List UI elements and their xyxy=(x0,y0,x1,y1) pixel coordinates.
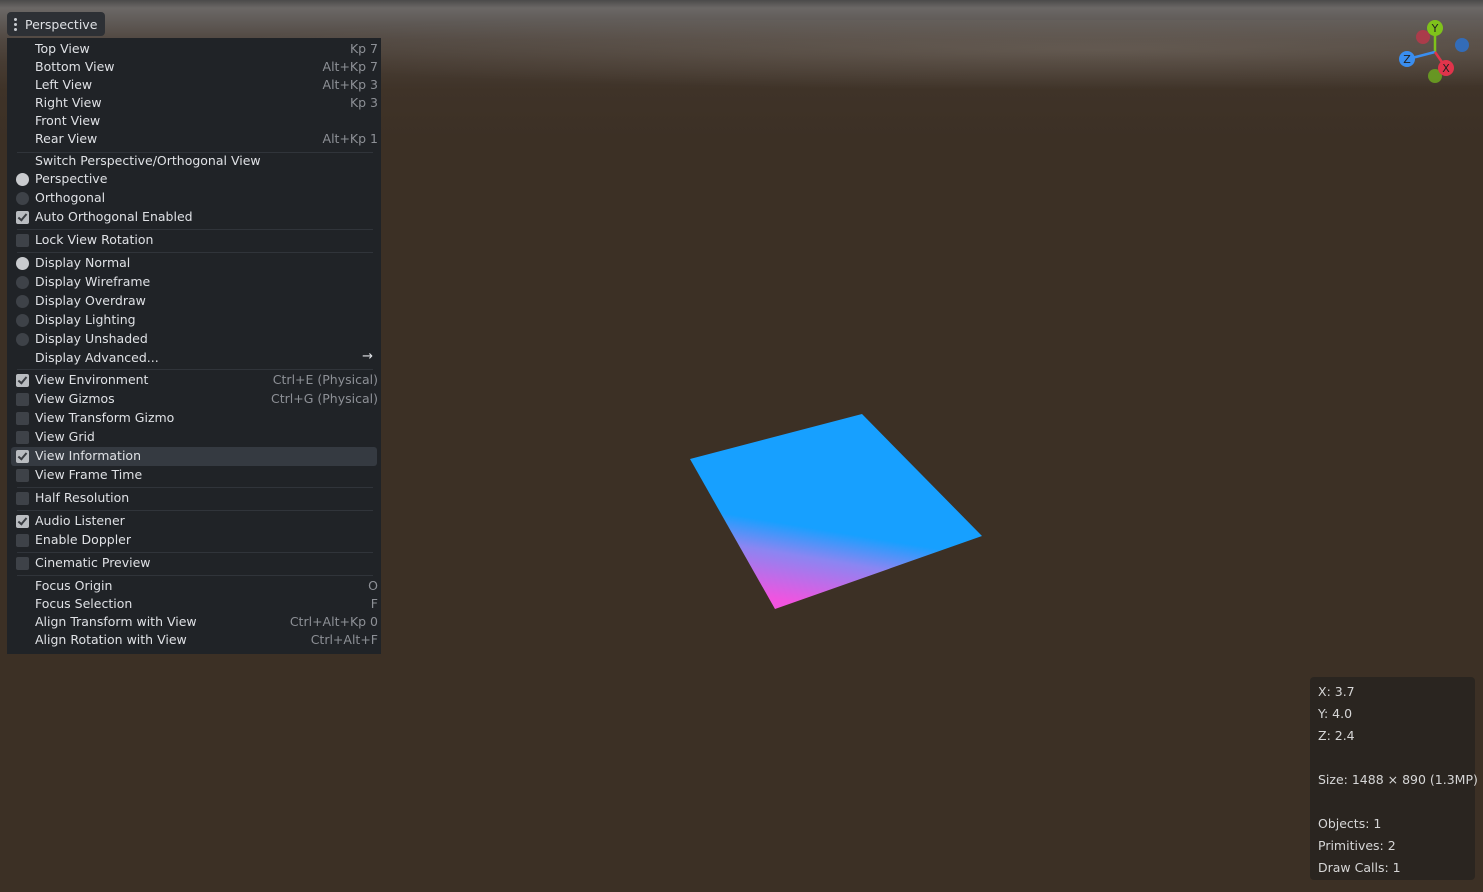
menu-item-right-view[interactable]: Right View Kp 3 xyxy=(11,94,378,112)
perspective-menu-button[interactable]: Perspective xyxy=(7,12,106,36)
menu-item-view-gizmos[interactable]: View Gizmos Ctrl+G (Physical) xyxy=(11,390,378,408)
menu-item-display-normal[interactable]: Display Normal xyxy=(11,254,377,272)
gizmo-z-label: Z xyxy=(1403,53,1411,66)
checkbox-unchecked-icon xyxy=(16,534,29,547)
radio-selected-icon xyxy=(16,257,29,270)
menu-item-orthogonal[interactable]: Orthogonal xyxy=(11,189,377,207)
radio-unselected-icon xyxy=(16,314,29,327)
menu-item-top-view[interactable]: Top View Kp 7 xyxy=(11,40,378,58)
info-primitives: Primitives: 2 xyxy=(1318,838,1396,853)
checkbox-unchecked-icon xyxy=(16,492,29,505)
menu-item-perspective[interactable]: Perspective xyxy=(11,170,377,188)
checkbox-checked-icon xyxy=(16,374,29,387)
menu-separator xyxy=(17,575,373,576)
menu-item-view-environment[interactable]: View Environment Ctrl+E (Physical) xyxy=(11,371,378,389)
menu-separator xyxy=(17,369,373,370)
gizmo-negative-z-handle[interactable] xyxy=(1455,38,1469,52)
menu-item-focus-selection[interactable]: Focus Selection F xyxy=(11,595,378,613)
menu-item-cinematic-preview[interactable]: Cinematic Preview xyxy=(11,554,377,572)
gizmo-negative-x-handle[interactable] xyxy=(1416,30,1430,44)
radio-unselected-icon xyxy=(16,333,29,346)
checkbox-unchecked-icon xyxy=(16,393,29,406)
menu-item-view-information[interactable]: View Information xyxy=(11,447,377,466)
checkbox-checked-icon xyxy=(16,515,29,528)
menu-item-display-lighting[interactable]: Display Lighting xyxy=(11,311,377,329)
radio-selected-icon xyxy=(16,173,29,186)
menu-separator xyxy=(17,252,373,253)
menu-item-audio-listener[interactable]: Audio Listener xyxy=(11,512,377,530)
menu-item-bottom-view[interactable]: Bottom View Alt+Kp 7 xyxy=(11,58,378,76)
menu-item-front-view[interactable]: Front View xyxy=(11,112,377,130)
menu-item-focus-origin[interactable]: Focus Origin O xyxy=(11,577,378,595)
menu-separator xyxy=(17,229,373,230)
perspective-button-label: Perspective xyxy=(25,16,98,32)
menu-item-display-advanced[interactable]: Display Advanced... → xyxy=(11,349,377,367)
kebab-menu-icon xyxy=(13,17,17,31)
checkbox-unchecked-icon xyxy=(16,412,29,425)
info-draw-calls: Draw Calls: 1 xyxy=(1318,860,1401,875)
info-z: Z: 2.4 xyxy=(1318,728,1355,743)
menu-item-align-transform[interactable]: Align Transform with View Ctrl+Alt+Kp 0 xyxy=(11,613,378,631)
menu-item-half-resolution[interactable]: Half Resolution xyxy=(11,489,377,507)
info-size: Size: 1488 × 890 (1.3MP) xyxy=(1318,772,1478,787)
gizmo-x-label: X xyxy=(1442,62,1450,75)
menu-item-align-rotation[interactable]: Align Rotation with View Ctrl+Alt+F xyxy=(11,631,378,649)
checkbox-unchecked-icon xyxy=(16,431,29,444)
menu-item-view-grid[interactable]: View Grid xyxy=(11,428,377,446)
menu-item-view-transform-gizmo[interactable]: View Transform Gizmo xyxy=(11,409,377,427)
view-options-menu: Top View Kp 7 Bottom View Alt+Kp 7 Left … xyxy=(7,38,381,654)
menu-separator xyxy=(17,510,373,511)
menu-item-auto-orthogonal[interactable]: Auto Orthogonal Enabled xyxy=(11,208,377,226)
3d-viewport[interactable]: Perspective Top View Kp 7 Bottom View Al… xyxy=(0,0,1483,892)
menu-item-display-overdraw[interactable]: Display Overdraw xyxy=(11,292,377,310)
checkbox-unchecked-icon xyxy=(16,234,29,247)
menu-item-display-unshaded[interactable]: Display Unshaded xyxy=(11,330,377,348)
radio-unselected-icon xyxy=(16,276,29,289)
menu-item-switch-perspective-orthogonal[interactable]: Switch Perspective/Orthogonal View xyxy=(11,152,377,170)
menu-item-left-view[interactable]: Left View Alt+Kp 3 xyxy=(11,76,378,94)
menu-item-display-wireframe[interactable]: Display Wireframe xyxy=(11,273,377,291)
info-objects: Objects: 1 xyxy=(1318,816,1382,831)
menu-item-rear-view[interactable]: Rear View Alt+Kp 1 xyxy=(11,130,378,148)
gizmo-y-label: Y xyxy=(1431,22,1439,35)
checkbox-unchecked-icon xyxy=(16,469,29,482)
view-information-panel: X: 3.7 Y: 4.0 Z: 2.4 Size: 1488 × 890 (1… xyxy=(1310,677,1478,880)
info-x: X: 3.7 xyxy=(1318,684,1355,699)
checkbox-unchecked-icon xyxy=(16,557,29,570)
orientation-gizmo[interactable]: Y Z X xyxy=(1390,16,1475,91)
menu-item-view-frame-time[interactable]: View Frame Time xyxy=(11,466,377,484)
menu-separator xyxy=(17,552,373,553)
checkbox-checked-icon xyxy=(16,450,29,463)
menu-item-enable-doppler[interactable]: Enable Doppler xyxy=(11,531,377,549)
radio-unselected-icon xyxy=(16,295,29,308)
menu-separator xyxy=(17,487,373,488)
radio-unselected-icon xyxy=(16,192,29,205)
menu-item-lock-view-rotation[interactable]: Lock View Rotation xyxy=(11,231,377,249)
submenu-arrow-icon: → xyxy=(362,349,373,364)
info-y: Y: 4.0 xyxy=(1318,706,1353,721)
checkbox-checked-icon xyxy=(16,211,29,224)
